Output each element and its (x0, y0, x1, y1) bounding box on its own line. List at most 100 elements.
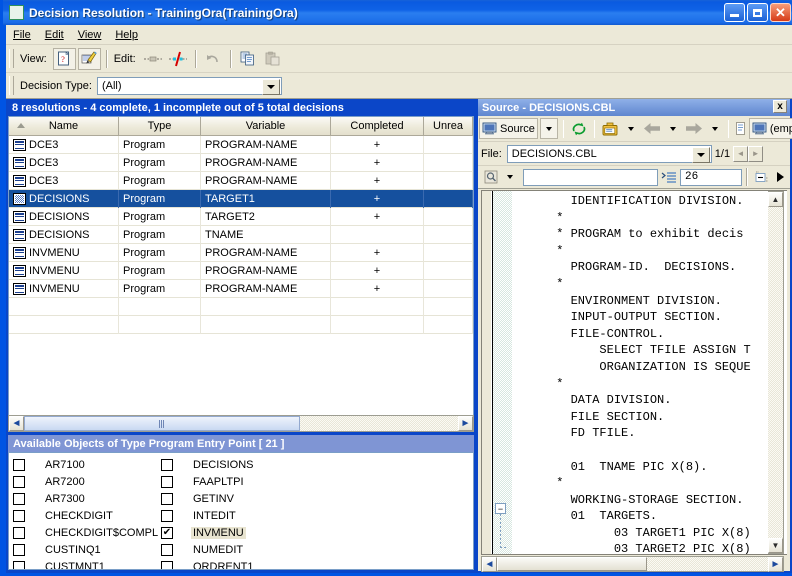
list-item[interactable]: CHECKDIGIT$COMPL (13, 524, 160, 541)
source-briefcase-dropdown[interactable] (623, 118, 639, 139)
column-header-variable[interactable]: Variable (201, 117, 331, 135)
toolbar-grip[interactable] (9, 49, 14, 68)
source-refresh-button[interactable] (569, 118, 589, 139)
column-header-name[interactable]: Name (9, 117, 119, 135)
list-item[interactable]: AR7300 (13, 490, 160, 507)
table-row[interactable]: INVMENUProgramPROGRAM-NAME+ (9, 244, 473, 262)
source-briefcase-button[interactable] (600, 118, 621, 139)
code-hscroll-thumb[interactable] (497, 557, 647, 571)
maximize-button[interactable] (747, 3, 768, 22)
checkbox-unchecked[interactable] (161, 493, 173, 505)
code-fold-toggle[interactable]: − (495, 503, 506, 514)
checkbox-unchecked[interactable] (13, 493, 25, 505)
source-close-button[interactable]: x (773, 100, 787, 113)
source-list-button[interactable] (734, 118, 747, 139)
checkbox-unchecked[interactable] (161, 561, 173, 571)
code-scroll-right-button[interactable]: ► (768, 557, 783, 572)
copy-button[interactable] (237, 48, 260, 70)
source-forward-button[interactable] (683, 118, 705, 139)
column-header-type[interactable]: Type (119, 117, 201, 135)
code-gutter-markers[interactable] (492, 191, 512, 554)
list-item[interactable]: ✔INVMENU (161, 524, 257, 541)
goto-line-icon-button[interactable] (659, 167, 679, 188)
list-item[interactable]: INTEDIT (161, 507, 257, 524)
source-view-dropdown[interactable] (540, 118, 558, 139)
filter-toolbar-grip[interactable] (9, 76, 14, 95)
resolutions-grid[interactable]: Name Type Variable Completed Unrea D (8, 116, 474, 416)
find-dropdown-button[interactable] (502, 167, 518, 188)
find-next-button[interactable] (773, 167, 787, 188)
undo-button[interactable] (202, 48, 225, 70)
minimize-button[interactable] (724, 3, 745, 22)
menu-item-view[interactable]: View (71, 27, 109, 43)
column-header-unreachable[interactable]: Unrea (424, 117, 473, 135)
table-row[interactable]: DCE3ProgramPROGRAM-NAME+ (9, 172, 473, 190)
unlink-button[interactable] (167, 48, 190, 70)
file-combobox[interactable]: DECISIONS.CBL (507, 145, 712, 163)
source-back-dropdown[interactable] (665, 118, 681, 139)
close-button[interactable]: ✕ (770, 3, 791, 22)
code-vscroll-track[interactable] (768, 207, 783, 538)
source-empty-button[interactable]: (empty) (749, 118, 792, 139)
list-item[interactable]: CUSTMNT1 (13, 558, 160, 570)
next-page-button[interactable]: ► (748, 146, 763, 162)
paste-button[interactable] (262, 48, 285, 70)
scrollbar-track[interactable] (24, 416, 458, 431)
code-horizontal-scrollbar[interactable]: ◄ ► (481, 556, 784, 572)
menu-item-help[interactable]: Help (108, 27, 145, 43)
scroll-left-button[interactable]: ◄ (9, 416, 24, 431)
list-item[interactable]: CUSTINQ1 (13, 541, 160, 558)
code-scroll-left-button[interactable]: ◄ (482, 557, 497, 572)
checkbox-unchecked[interactable] (161, 459, 173, 471)
checkbox-unchecked[interactable] (13, 561, 25, 571)
table-row[interactable]: DECISIONSProgramTARGET1+ (9, 190, 473, 208)
code-scroll-down-button[interactable]: ▼ (768, 538, 783, 553)
table-row[interactable]: INVMENUProgramPROGRAM-NAME+ (9, 262, 473, 280)
checkbox-checked[interactable]: ✔ (161, 527, 173, 539)
source-forward-dropdown[interactable] (707, 118, 723, 139)
list-item[interactable]: AR7200 (13, 473, 160, 490)
available-objects-list[interactable]: AR7100AR7200AR7300CHECKDIGITCHECKDIGIT$C… (8, 452, 474, 570)
scrollbar-thumb[interactable] (24, 416, 300, 431)
code-vertical-scrollbar[interactable]: ▲ ▼ (768, 191, 784, 554)
list-item[interactable]: FAAPLTPI (161, 473, 257, 490)
line-number-input[interactable]: 26 (680, 169, 742, 186)
source-code-view[interactable]: − IDENTIFICATION DIVISION. * * PROGRAM t… (481, 190, 787, 555)
checkbox-unchecked[interactable] (161, 510, 173, 522)
code-scroll-up-button[interactable]: ▲ (768, 192, 783, 207)
checkbox-unchecked[interactable] (161, 476, 173, 488)
source-back-button[interactable] (641, 118, 663, 139)
link-button[interactable] (142, 48, 165, 70)
collapse-all-button[interactable] (753, 167, 771, 188)
menu-item-file[interactable]: File (6, 27, 38, 43)
find-options-button[interactable] (482, 167, 500, 188)
table-row[interactable]: DCE3ProgramPROGRAM-NAME+ (9, 136, 473, 154)
list-item[interactable]: CHECKDIGIT (13, 507, 160, 524)
grid-horizontal-scrollbar[interactable]: ◄ ► (8, 415, 474, 432)
checkbox-unchecked[interactable] (13, 527, 25, 539)
list-item[interactable]: DECISIONS (161, 456, 257, 473)
file-dropdown-button[interactable] (692, 147, 710, 163)
checkbox-unchecked[interactable] (13, 459, 25, 471)
decision-type-combobox[interactable]: (All) (97, 77, 282, 95)
table-row[interactable]: DECISIONSProgramTNAME (9, 226, 473, 244)
source-view-button[interactable]: Source (479, 118, 538, 139)
view-document-button[interactable]: ? (53, 48, 76, 70)
list-item[interactable]: NUMEDIT (161, 541, 257, 558)
list-item[interactable]: ORDRENT1 (161, 558, 257, 570)
column-header-completed[interactable]: Completed (331, 117, 424, 135)
scroll-right-button[interactable]: ► (458, 416, 473, 431)
table-row[interactable]: DECISIONSProgramTARGET2+ (9, 208, 473, 226)
checkbox-unchecked[interactable] (161, 544, 173, 556)
previous-page-button[interactable]: ◄ (733, 146, 748, 162)
find-input[interactable] (523, 169, 658, 186)
table-row[interactable]: INVMENUProgramPROGRAM-NAME+ (9, 280, 473, 298)
table-row[interactable]: DCE3ProgramPROGRAM-NAME+ (9, 154, 473, 172)
checkbox-unchecked[interactable] (13, 544, 25, 556)
menu-item-edit[interactable]: Edit (38, 27, 71, 43)
checkbox-unchecked[interactable] (13, 476, 25, 488)
code-hscroll-track[interactable] (497, 557, 768, 571)
list-item[interactable]: AR7100 (13, 456, 160, 473)
checkbox-unchecked[interactable] (13, 510, 25, 522)
decision-type-dropdown-button[interactable] (262, 79, 280, 95)
